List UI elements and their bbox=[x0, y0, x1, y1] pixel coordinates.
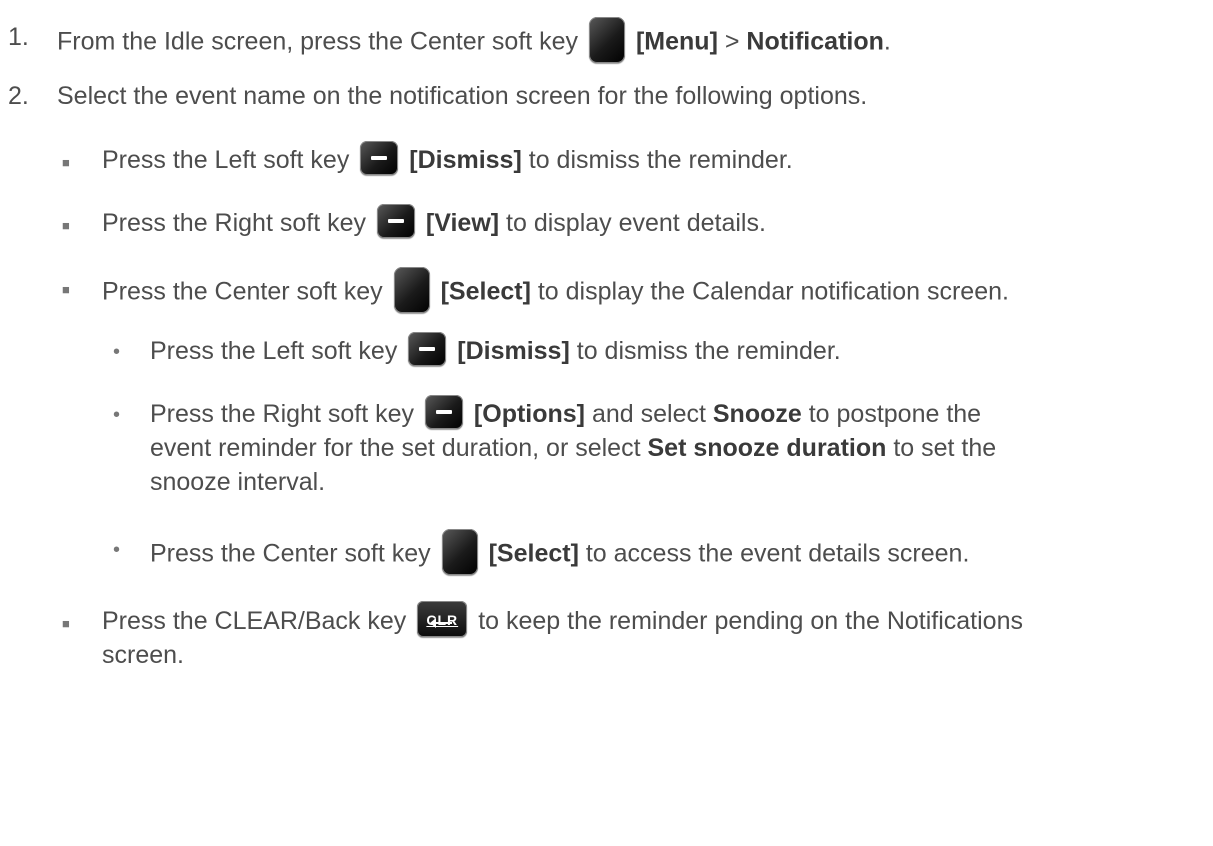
sub-list-item-continuation: snooze interval. bbox=[150, 465, 325, 499]
key-label: [Dismiss] bbox=[409, 146, 522, 174]
soft-key-icon bbox=[360, 141, 399, 176]
square-bullet: ■ bbox=[62, 616, 70, 631]
key-label: [Select] bbox=[440, 277, 531, 306]
menu-option: Set snooze duration bbox=[647, 434, 887, 462]
item-text: screen. bbox=[102, 641, 184, 669]
square-bullet: ■ bbox=[62, 218, 70, 233]
key-label: [Options] bbox=[473, 400, 586, 428]
item-text: Press the Right soft key bbox=[102, 209, 367, 237]
item-text: and select bbox=[585, 400, 713, 428]
item-text: Press the Left soft key bbox=[102, 146, 350, 174]
soft-key-icon bbox=[376, 204, 415, 239]
item-text: to set the bbox=[886, 434, 997, 462]
list-item-continuation: screen. bbox=[102, 638, 184, 672]
item-text: to display the Calendar notification scr… bbox=[530, 277, 1009, 306]
back-arrow-icon bbox=[430, 618, 453, 629]
step-number: 2. bbox=[8, 82, 29, 110]
square-bullet: ■ bbox=[62, 155, 70, 170]
item-text: to dismiss the reminder. bbox=[521, 146, 793, 174]
step-number: 1. bbox=[8, 23, 29, 51]
dot-bullet: • bbox=[113, 539, 121, 561]
clr-key-label: CLR bbox=[426, 612, 459, 629]
item-text: Press the Left soft key bbox=[150, 337, 398, 365]
key-label: [Menu] bbox=[635, 27, 718, 56]
clear-back-key-icon: CLR bbox=[417, 601, 468, 638]
period: . bbox=[883, 27, 891, 56]
item-text: to display event details. bbox=[499, 209, 766, 237]
item-text: to access the event details screen. bbox=[578, 539, 970, 568]
item-text: event reminder for the set duration, or … bbox=[150, 434, 648, 462]
center-soft-key-icon bbox=[589, 17, 626, 63]
soft-key-icon bbox=[408, 332, 447, 367]
center-soft-key-icon bbox=[393, 267, 430, 313]
dot-bullet: • bbox=[113, 341, 121, 363]
item-text: to keep the reminder pending on the Noti… bbox=[478, 607, 1023, 635]
item-text: to postpone the bbox=[801, 400, 982, 428]
separator: > bbox=[717, 27, 747, 56]
item-text: Press the Center soft key bbox=[150, 539, 431, 568]
sub-list-item-continuation: event reminder for the set duration, or … bbox=[150, 431, 996, 465]
step-text: From the Idle screen, press the Center s… bbox=[57, 27, 579, 56]
step-text: Select the event name on the notificatio… bbox=[57, 82, 868, 110]
menu-option: Snooze bbox=[712, 400, 802, 428]
key-label: [View] bbox=[425, 209, 500, 237]
key-label: [Select] bbox=[488, 539, 579, 568]
item-text: Press the Center soft key bbox=[102, 277, 383, 306]
key-label: [Dismiss] bbox=[457, 337, 570, 365]
center-soft-key-icon bbox=[441, 529, 478, 575]
soft-key-icon bbox=[424, 395, 463, 430]
menu-item-label: Notification bbox=[746, 27, 884, 56]
item-text: snooze interval. bbox=[150, 468, 326, 496]
item-text: Press the Right soft key bbox=[150, 400, 415, 428]
item-text: to dismiss the reminder. bbox=[569, 337, 841, 365]
item-text: Press the CLEAR/Back key bbox=[102, 607, 407, 635]
square-bullet: ■ bbox=[62, 282, 70, 297]
dot-bullet: • bbox=[113, 404, 121, 426]
